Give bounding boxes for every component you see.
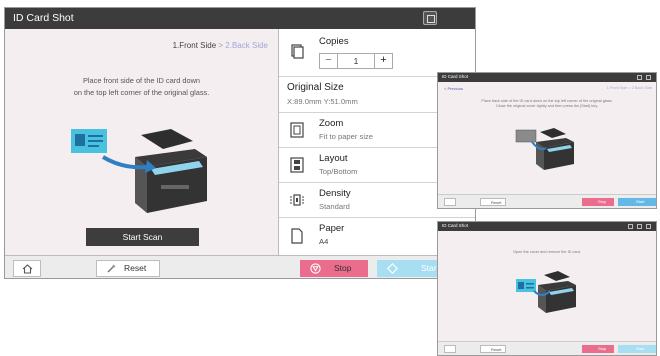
stop-label: Stop: [334, 263, 352, 273]
mini-scanner-illustration: [516, 271, 576, 313]
previous-link[interactable]: < Previous: [444, 86, 463, 91]
mini-stop-label: Stop: [598, 199, 607, 204]
title-bar: ID Card Shot: [5, 8, 475, 29]
scanner-illustration: [71, 129, 207, 213]
reset-icon: [107, 264, 116, 273]
mini-stop-button[interactable]: Stop: [582, 345, 614, 353]
original-size-value: X:89.0mm Y:51.0mm: [287, 97, 358, 106]
mini-window-icon: [628, 224, 633, 229]
mini-reset-button[interactable]: Reset: [480, 345, 506, 353]
home-button[interactable]: [13, 260, 41, 277]
mini-instruction: Open the cover and remove the ID card.: [438, 250, 656, 255]
copies-stepper: − 1 +: [319, 53, 393, 69]
stop-icon: [310, 263, 321, 274]
instruction-text: Place front side of the ID card down on …: [5, 75, 278, 99]
instruction-line-2: on the top left corner of the original g…: [73, 88, 210, 97]
paper-value: A4: [319, 237, 329, 246]
mini-instruction: Place back side of the ID card down on t…: [438, 99, 656, 109]
density-icon: [290, 194, 304, 206]
mini-title: ID Card Shot: [442, 74, 469, 79]
id-card-icon: [71, 129, 107, 153]
mini-body: Open the cover and remove the ID card.: [438, 231, 656, 343]
mini-stop-label: Stop: [598, 346, 607, 351]
back-side-screen-thumbnail: ID Card Shot < Previous 1.Front Side > 2…: [437, 72, 657, 209]
mini-reset-label: Reset: [491, 200, 502, 205]
copies-count: 1: [353, 56, 359, 66]
mini-instruction-line-1: Open the cover and remove the ID card.: [513, 250, 581, 254]
window-icon[interactable]: [423, 11, 437, 25]
mini-reset-button[interactable]: Reset: [480, 198, 506, 206]
step-indicator: 1.Front Side > 2.Back Side: [173, 41, 268, 50]
zoom-value: Fit to paper size: [319, 132, 374, 141]
copies-plus-button[interactable]: +: [374, 54, 392, 68]
reset-button[interactable]: Reset: [96, 260, 160, 277]
step-separator: >: [218, 41, 224, 50]
density-value: Standard: [319, 202, 350, 211]
mini-bottom-bar: Reset Stop Start: [438, 341, 656, 355]
paper-icon: [291, 228, 303, 244]
copies-icon: [291, 44, 304, 59]
zoom-icon: [290, 122, 304, 138]
original-size-label: Original Size: [287, 82, 344, 93]
screen-title: ID Card Shot: [13, 12, 74, 24]
mini-stop-button[interactable]: Stop: [582, 198, 614, 206]
mini-window-icon-2: [637, 224, 642, 229]
bottom-bar: Reset Stop Start: [5, 255, 475, 278]
mini-window-icon-3: [646, 224, 651, 229]
stop-button[interactable]: Stop: [300, 260, 368, 277]
layout-icon: [290, 157, 304, 173]
mini-title-bar: ID Card Shot: [438, 222, 656, 231]
mini-body: < Previous 1.Front Side > 2.Back Side Pl…: [438, 82, 656, 196]
step-front: 1.Front Side: [172, 41, 217, 50]
home-icon: [22, 264, 33, 274]
instruction-line-1: Place front side of the ID card down: [82, 76, 201, 85]
mini-step-indicator: 1.Front Side > 2.Back Side: [606, 86, 652, 90]
mini-start-label: Start: [636, 346, 645, 351]
step-back: 2.Back Side: [225, 41, 268, 50]
copies-label: Copies: [319, 36, 349, 47]
mini-bottom-bar: Reset Stop Start: [438, 194, 656, 208]
reset-label: Reset: [124, 263, 147, 273]
zoom-label: Zoom: [319, 118, 344, 129]
mini-reset-label: Reset: [491, 347, 502, 352]
layout-value: Top/Bottom: [319, 167, 358, 176]
mini-window-icon: [637, 75, 642, 80]
instruction-area: 1.Front Side > 2.Back Side Place front s…: [5, 29, 278, 255]
mini-id-card-icon: [516, 279, 536, 292]
mini-window-icon-2: [646, 75, 651, 80]
mini-home-button[interactable]: [444, 198, 456, 206]
mini-scanner-illustration: [515, 128, 574, 170]
mini-start-button[interactable]: Start: [618, 198, 656, 206]
mini-start-label: Start: [636, 199, 645, 204]
start-scan-button[interactable]: Start Scan: [86, 228, 199, 246]
mini-title: ID Card Shot: [442, 223, 469, 228]
mini-start-button[interactable]: Start: [618, 345, 656, 353]
layout-label: Layout: [319, 153, 348, 164]
mini-home-button[interactable]: [444, 345, 456, 353]
remove-card-screen-thumbnail: ID Card Shot Open the cover and remove t…: [437, 221, 657, 356]
id-card-shot-screen: ID Card Shot 1.Front Side > 2.Back Side …: [4, 7, 476, 279]
mini-title-bar: ID Card Shot: [438, 73, 656, 82]
start-icon: [387, 263, 398, 274]
density-label: Density: [319, 188, 351, 199]
copies-minus-button[interactable]: −: [320, 54, 338, 68]
copies-setting: Copies − 1 +: [279, 29, 475, 77]
paper-label: Paper: [319, 223, 345, 234]
mini-instruction-line-2: Close the original cover tightly and the…: [495, 104, 599, 108]
